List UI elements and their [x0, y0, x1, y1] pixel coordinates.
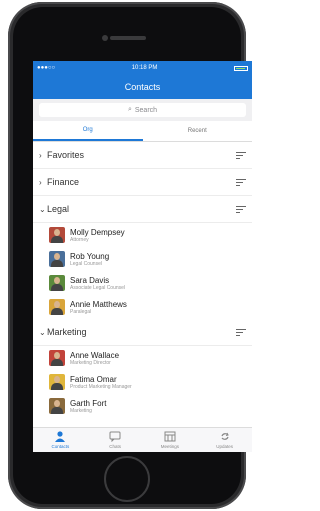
contact-name: Rob Young: [70, 251, 110, 261]
signal-indicator: ●●●○○: [37, 65, 56, 71]
contact-title: Product Marketing Manager: [70, 383, 132, 390]
group-header[interactable]: › Finance: [33, 169, 252, 196]
earpiece-speaker: [110, 36, 146, 40]
search-icon: ⌕: [127, 106, 132, 113]
search-placeholder: Search: [134, 106, 158, 114]
tab-label: Updates: [216, 444, 233, 449]
contact-item[interactable]: Fatima Omar Product Marketing Manager: [33, 370, 252, 394]
avatar: [49, 374, 65, 390]
home-button[interactable]: [104, 456, 150, 502]
battery-icon: [234, 65, 248, 71]
chevron-down-icon: ⌄: [39, 204, 46, 214]
segment-org[interactable]: Org: [33, 121, 143, 141]
group-label: Favorites: [47, 150, 85, 160]
group-header[interactable]: ⌄ Marketing: [33, 319, 252, 346]
sort-icon[interactable]: [236, 151, 246, 159]
contact-title: Marketing: [70, 407, 92, 414]
tab-label: Contacts: [51, 444, 70, 449]
contact-name: Anne Wallace: [70, 350, 120, 360]
contact-title: Attorney: [70, 236, 89, 243]
contact-name: Sara Davis: [70, 275, 110, 285]
tab-updates[interactable]: Updates: [197, 428, 252, 452]
contact-item[interactable]: Molly Dempsey Attorney: [33, 223, 252, 247]
contact-name: Garth Fort: [70, 398, 107, 408]
search-bar: ⌕ Search: [33, 99, 252, 121]
status-time: 10:18 PM: [131, 65, 158, 71]
sort-icon[interactable]: [236, 178, 246, 186]
contact-item[interactable]: Garth Fort Marketing: [33, 394, 252, 418]
front-camera: [102, 35, 108, 41]
avatar: [49, 275, 65, 291]
calendar-icon: [163, 431, 177, 442]
group-header[interactable]: ⌄ Legal: [33, 196, 252, 223]
contact-title: Associate Legal Counsel: [70, 284, 126, 291]
search-input[interactable]: ⌕ Search: [39, 103, 246, 117]
contact-title: Paralegal: [70, 308, 92, 315]
contact-name: Molly Dempsey: [70, 227, 125, 237]
contact-item[interactable]: Anne Wallace Marketing Director: [33, 346, 252, 370]
contact-item[interactable]: Sara Davis Associate Legal Counsel: [33, 271, 252, 295]
chevron-down-icon: ⌄: [39, 327, 46, 337]
person-icon: [53, 431, 67, 442]
contact-item[interactable]: Annie Matthews Paralegal: [33, 295, 252, 319]
tab-chats[interactable]: Chats: [88, 428, 143, 452]
app-screen: ●●●○○ 10:18 PM Contacts ⌕ Search Org Rec…: [33, 61, 252, 452]
tab-bar: Contacts Chats Meetings Updates: [33, 427, 252, 452]
contact-name: Annie Matthews: [70, 299, 127, 309]
tab-label: Chats: [109, 444, 121, 449]
segment-recent[interactable]: Recent: [143, 121, 253, 141]
contact-title: Marketing Director: [70, 359, 111, 366]
contact-item[interactable]: Rob Young Legal Counsel: [33, 247, 252, 271]
status-bar: ●●●○○ 10:18 PM: [33, 61, 252, 75]
tab-label: Meetings: [160, 444, 179, 449]
contact-name: Fatima Omar: [70, 374, 117, 384]
avatar: [49, 398, 65, 414]
avatar: [49, 227, 65, 243]
refresh-icon: [218, 431, 232, 442]
sort-icon[interactable]: [236, 205, 246, 213]
chevron-right-icon: ›: [39, 150, 42, 160]
contact-title: Legal Counsel: [70, 260, 102, 267]
avatar: [49, 251, 65, 267]
contact-list: › Favorites › Finance ⌄ Legal Molly Dempsey Att…: [33, 142, 252, 418]
tab-contacts[interactable]: Contacts: [33, 428, 88, 452]
segmented-control: Org Recent: [33, 121, 252, 142]
tab-meetings[interactable]: Meetings: [143, 428, 198, 452]
group-label: Marketing: [47, 327, 87, 337]
avatar: [49, 299, 65, 315]
group-label: Finance: [47, 177, 80, 187]
chevron-right-icon: ›: [39, 177, 42, 187]
group-header[interactable]: › Favorites: [33, 142, 252, 169]
avatar: [49, 350, 65, 366]
group-label: Legal: [47, 204, 70, 214]
page-title: Contacts: [124, 82, 161, 92]
nav-bar: Contacts: [33, 75, 252, 99]
chat-icon: [108, 431, 122, 443]
sort-icon[interactable]: [236, 328, 246, 336]
